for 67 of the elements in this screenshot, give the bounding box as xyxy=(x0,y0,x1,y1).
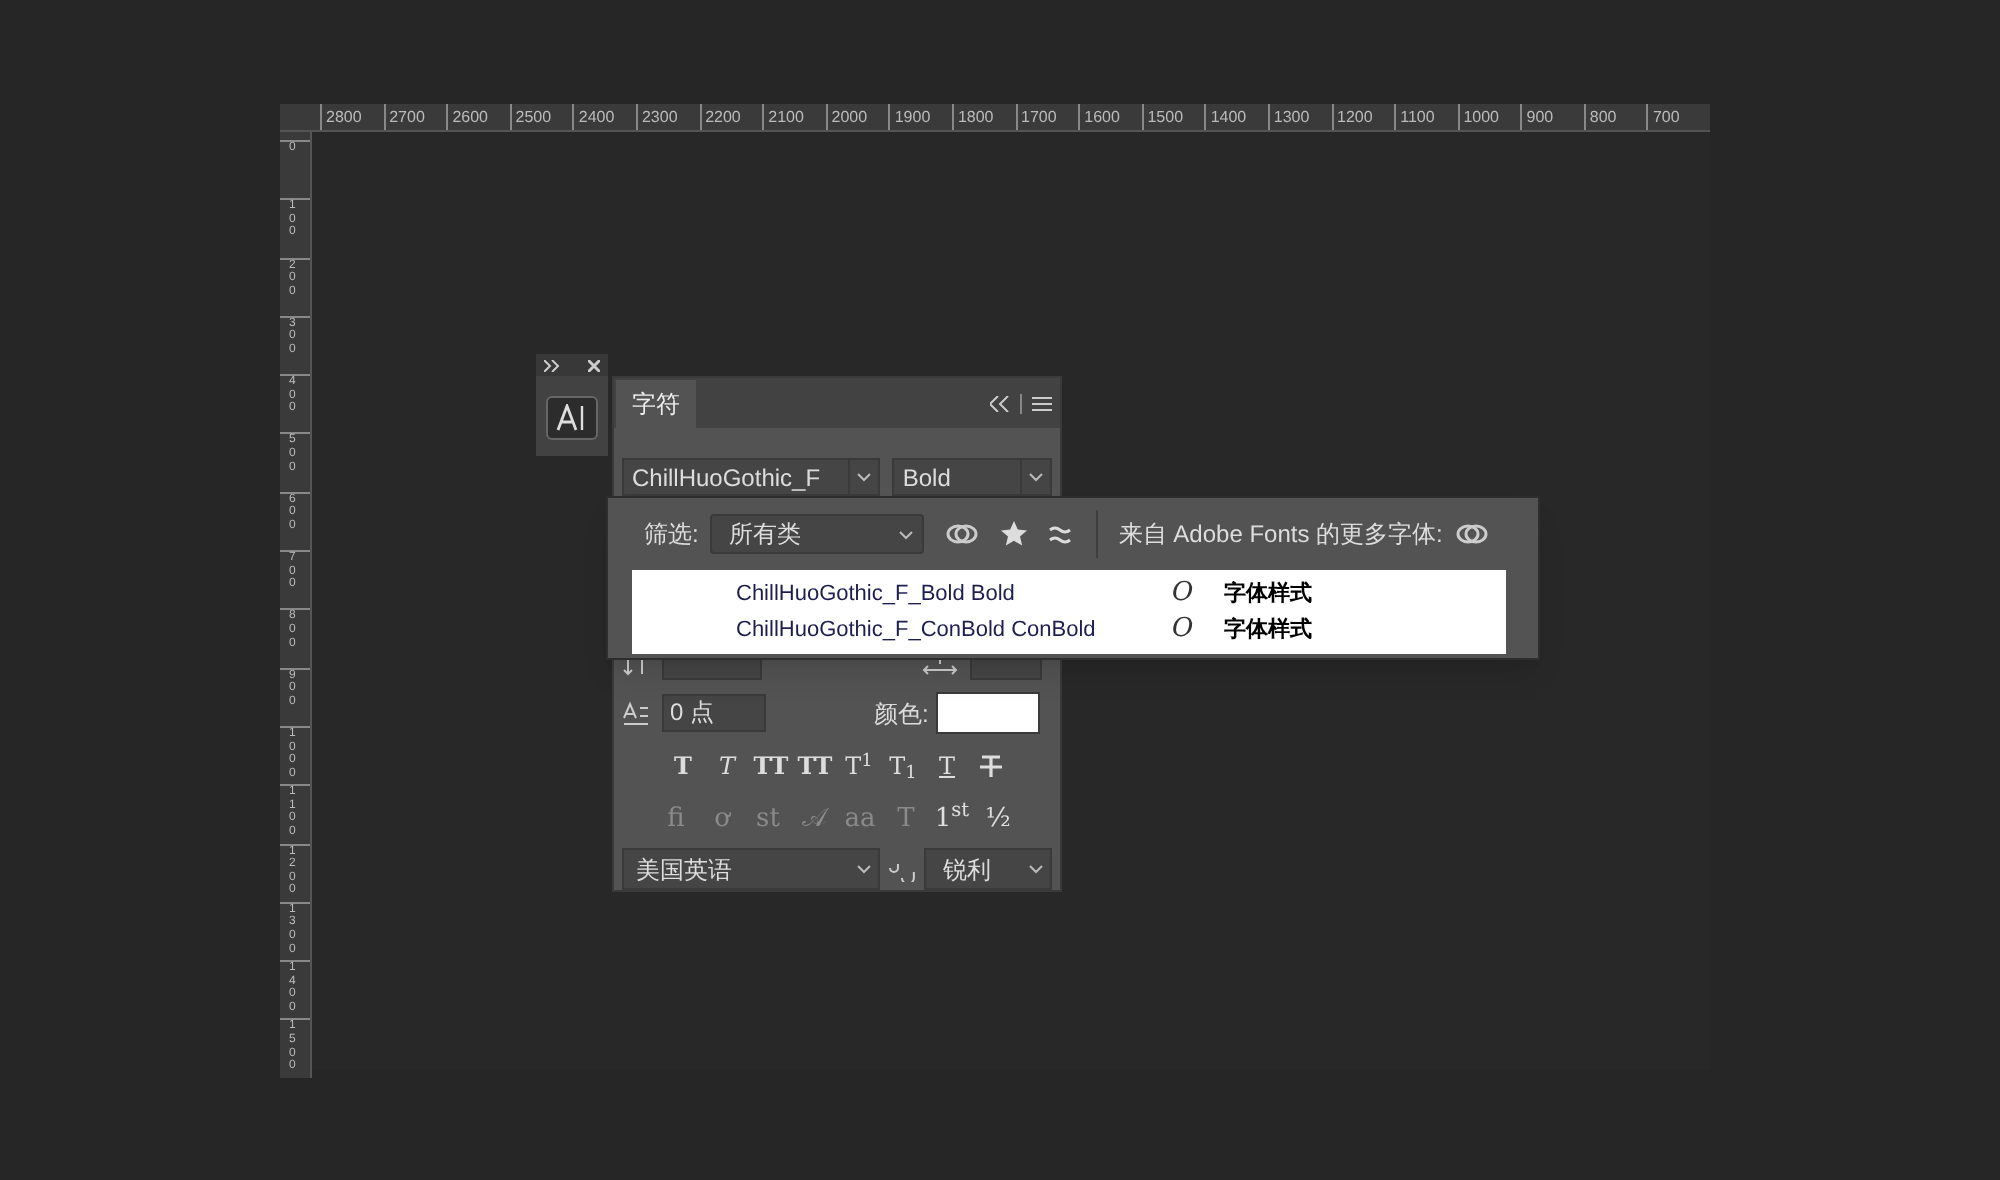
text-style-button[interactable]: T$^{1}$ xyxy=(839,748,879,784)
text-style-button[interactable]: TT xyxy=(751,748,791,784)
ruler-label: 1300 xyxy=(1267,104,1331,130)
ruler-label: 1700 xyxy=(1015,104,1079,130)
expand-icon[interactable] xyxy=(544,359,560,371)
font-family-dropdown[interactable]: ChillHuoGothic_F xyxy=(622,458,881,496)
chevron-down-icon xyxy=(1028,864,1044,874)
opentype-button[interactable]: 1$^{st}$ xyxy=(932,800,972,836)
strikethrough-icon xyxy=(980,754,1002,778)
character-panel-button[interactable] xyxy=(546,396,598,440)
color-swatch[interactable] xyxy=(936,692,1041,734)
font-sample: 字体样式 xyxy=(1224,615,1312,646)
language-dropdown[interactable]: 美国英语 xyxy=(622,848,881,890)
font-list-item[interactable]: ChillHuoGothic_F_ConBold ConBold O 字体样式 xyxy=(632,612,1506,648)
anti-alias-dropdown[interactable]: 锐利 xyxy=(924,848,1052,890)
font-list-item[interactable]: ChillHuoGothic_F_Bold Bold O 字体样式 xyxy=(632,576,1506,612)
text-style-button[interactable]: TT xyxy=(795,748,835,784)
ruler-label: 2300 xyxy=(635,104,700,130)
ruler-label: 1500 xyxy=(1141,104,1205,130)
color-label: 颜色: xyxy=(874,697,929,731)
text-style-button[interactable]: T xyxy=(927,748,967,784)
panel-tab[interactable]: 字符 xyxy=(616,380,696,428)
ruler-label: 2400 xyxy=(572,104,636,130)
ruler-label: 1200 xyxy=(1331,104,1395,130)
tracking-field[interactable]: 0 点 xyxy=(662,694,766,732)
font-type-glyph: O xyxy=(1172,612,1196,649)
menu-icon[interactable] xyxy=(1032,395,1052,411)
ruler-label: 1400 xyxy=(1204,104,1268,130)
chevron-down-icon xyxy=(1028,472,1044,482)
text-style-button[interactable]: T xyxy=(663,748,703,784)
ruler-label: 1800 xyxy=(951,104,1016,130)
filter-label: 筛选: xyxy=(644,518,699,552)
ruler-label: 800 xyxy=(1583,104,1647,130)
ruler-label: 2200 xyxy=(699,104,763,130)
type-icon xyxy=(556,404,588,432)
cloud-icon[interactable] xyxy=(944,522,981,546)
ruler-label: 2800 xyxy=(320,104,384,130)
star-icon[interactable] xyxy=(1000,520,1029,548)
ruler-label: 2500 xyxy=(509,104,573,130)
font-name: ChillHuoGothic_F_Bold Bold xyxy=(736,579,1017,610)
ruler-label: 1100 xyxy=(1394,104,1458,130)
ruler-label: 1900 xyxy=(888,104,952,130)
ruler-label: 1000 xyxy=(1457,104,1521,130)
font-sample: 字体样式 xyxy=(1224,579,1312,610)
tracking-icon xyxy=(622,699,650,727)
ruler-label: 2100 xyxy=(762,104,826,130)
opentype-button[interactable]: ½ xyxy=(978,800,1018,836)
ruler-label: 1600 xyxy=(1078,104,1142,130)
ruler-label: 700 xyxy=(1646,104,1711,130)
ruler-label: 2600 xyxy=(446,104,510,130)
ruler-label: 2000 xyxy=(825,104,889,130)
chevron-down-icon xyxy=(856,864,873,874)
ruler-label: 900 xyxy=(1520,104,1584,130)
font-style-dropdown[interactable]: Bold xyxy=(892,458,1052,496)
text-style-button[interactable]: T xyxy=(707,748,747,784)
font-type-glyph: O xyxy=(1172,576,1196,613)
collapse-icon[interactable] xyxy=(990,395,1010,411)
close-icon[interactable] xyxy=(588,359,600,371)
filter-dropdown[interactable]: 所有类 xyxy=(710,514,925,554)
text-style-button[interactable]: T$_{1}$ xyxy=(883,748,923,784)
adobe-fonts-label: 来自 Adobe Fonts 的更多字体: xyxy=(1118,518,1443,552)
similar-icon[interactable] xyxy=(1048,524,1073,544)
chevron-down-icon xyxy=(856,472,873,482)
font-name: ChillHuoGothic_F_ConBold ConBold xyxy=(736,615,1098,646)
ruler-label: 2700 xyxy=(383,104,447,130)
chevron-down-icon xyxy=(898,529,915,539)
cloud-icon[interactable] xyxy=(1454,522,1491,546)
